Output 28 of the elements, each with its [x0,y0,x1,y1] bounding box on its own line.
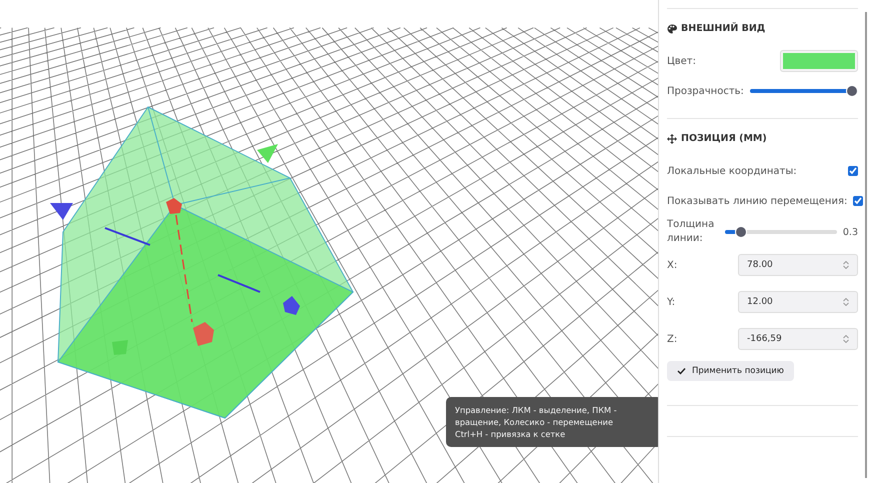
opacity-label: Прозрачность: [667,86,744,96]
apply-position-button[interactable]: Применить позицию [667,361,794,381]
checkmark-icon [677,367,686,375]
opacity-slider[interactable] [750,85,858,97]
palette-icon [667,24,677,34]
spinner-icon[interactable] [842,334,850,344]
line-width-slider[interactable] [725,226,837,238]
option-label: Показывать линию перемещения: [667,196,848,206]
hint-text: Ctrl+H - привязка к сетке [455,428,566,440]
spinner-icon[interactable] [842,260,850,270]
section-title: ПОЗИЦИЯ (ММ) [681,133,767,144]
coordinate-input[interactable]: 78.00 [738,254,858,276]
hint-text: Управление: ЛКМ - выделение, ПКМ - вращение, Колесико - перемещение [455,404,618,428]
move-arrows-icon [667,134,677,144]
line-width-value: 0.3 [842,226,858,238]
cube-drawing[interactable] [50,106,354,419]
coordinate-label: Y: [667,296,676,308]
coordinate-label: X: [667,260,678,270]
coordinate-label: Z: [667,334,678,344]
checkbox[interactable] [853,196,864,206]
coordinate-input[interactable]: -166,59 [738,328,858,350]
color-label: Цвет: [667,56,696,66]
section-title: ВНЕШНИЙ ВИД [681,23,766,34]
checkbox[interactable] [848,166,858,176]
line-width-label: Толщина линии: [667,218,716,246]
coordinate-input[interactable]: 12.00 [738,291,858,313]
spinner-icon[interactable] [842,297,850,307]
option-label: Локальные координаты: [667,166,797,176]
